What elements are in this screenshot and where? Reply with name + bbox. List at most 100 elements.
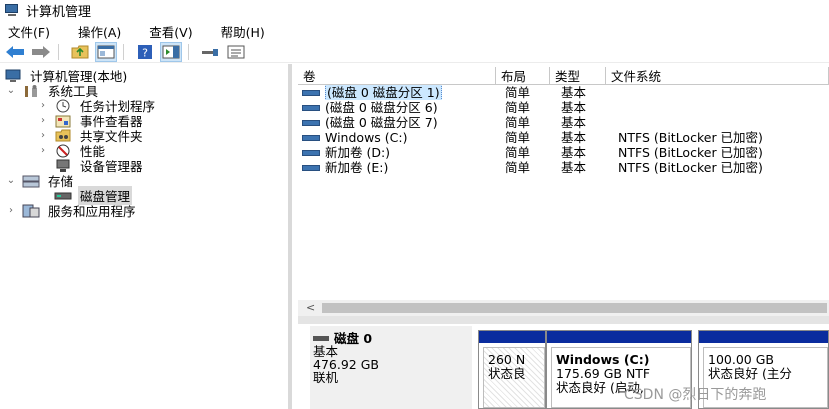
forward-arrow-icon — [32, 45, 50, 58]
chevron-right-icon[interactable]: › — [6, 205, 16, 216]
watermark: CSDN @烈日下的奔跑 — [624, 387, 767, 403]
volume-name: (磁盘 0 磁盘分区 6) — [325, 100, 438, 115]
computer-management-icon — [4, 3, 20, 17]
menu-bar: 文件(F) 操作(A) 查看(V) 帮助(H) — [0, 21, 829, 41]
horizontal-scrollbar[interactable]: < — [298, 300, 829, 316]
clock-icon — [54, 99, 72, 113]
menu-action[interactable]: 操作(A) — [70, 22, 127, 41]
disk-status: 联机 — [313, 370, 339, 385]
console-tree-icon — [97, 45, 115, 58]
volume-layout: 简单 — [505, 100, 531, 115]
partition-status: 状态良好 (主分 — [708, 366, 792, 381]
chevron-right-icon[interactable]: › — [38, 100, 48, 111]
column-header-layout[interactable]: 布局 — [496, 67, 550, 85]
volume-icon — [302, 164, 320, 171]
properties-button[interactable] — [225, 42, 247, 62]
performance-icon — [54, 144, 72, 158]
toolbar-separator — [58, 43, 59, 60]
volume-layout: 简单 — [505, 145, 531, 160]
partition-size: 175.69 GB NTF — [556, 366, 651, 381]
chevron-right-icon[interactable]: › — [38, 130, 48, 141]
disk-icon — [313, 336, 329, 341]
table-row[interactable]: (磁盘 0 磁盘分区 6) 简单 基本 — [298, 100, 829, 115]
table-row[interactable]: 新加卷 (D:) 简单 基本 NTFS (BitLocker 已加密) — [298, 145, 829, 160]
column-header-volume[interactable]: 卷 — [298, 67, 496, 85]
column-header-filesystem[interactable]: 文件系统 — [606, 67, 829, 85]
volume-icon — [302, 134, 320, 141]
volume-layout: 简单 — [505, 160, 531, 175]
connect-button[interactable] — [199, 42, 221, 62]
toolbar-separator — [188, 43, 189, 60]
volume-icon — [302, 149, 320, 156]
window-title: 计算机管理 — [26, 4, 92, 20]
event-viewer-icon — [54, 114, 72, 128]
partition-bar — [479, 331, 545, 343]
up-folder-button[interactable] — [69, 42, 91, 62]
show-hide-action-pane-button[interactable] — [160, 41, 182, 62]
partition-name: Windows (C:) — [556, 352, 650, 367]
connect-icon — [202, 48, 218, 56]
chevron-right-icon[interactable]: › — [38, 145, 48, 156]
volume-name: 新加卷 (D:) — [325, 145, 391, 160]
action-pane-icon — [162, 45, 180, 58]
volume-type: 基本 — [561, 160, 587, 175]
volume-filesystem — [618, 115, 828, 130]
volume-name: (磁盘 0 磁盘分区 1) — [325, 85, 442, 100]
volume-type: 基本 — [561, 100, 587, 115]
volume-name: Windows (C:) — [325, 130, 408, 145]
partition-size: 100.00 GB — [708, 352, 774, 367]
services-icon — [22, 204, 40, 218]
shared-folder-icon — [54, 129, 72, 143]
volume-type: 基本 — [561, 115, 587, 130]
pane-splitter[interactable] — [298, 316, 829, 324]
disk-name: 磁盘 0 — [334, 331, 373, 346]
tree-label: 设备管理器 — [80, 159, 143, 174]
volume-filesystem: NTFS (BitLocker 已加密) — [618, 130, 763, 145]
tools-icon — [22, 84, 40, 98]
volume-list: 卷 布局 类型 文件系统 (磁盘 0 磁盘分区 1) 简单 基本 (磁盘 0 磁… — [298, 64, 829, 314]
scroll-thumb[interactable] — [322, 303, 827, 313]
table-row[interactable]: Windows (C:) 简单 基本 NTFS (BitLocker 已加密) — [298, 130, 829, 145]
tree-item-storage[interactable]: ⌄ 存储 — [6, 173, 75, 189]
volume-name: (磁盘 0 磁盘分区 7) — [325, 115, 438, 130]
volume-layout: 简单 — [505, 115, 531, 130]
partition-bar — [699, 331, 828, 343]
folder-up-icon — [71, 45, 89, 58]
storage-icon — [22, 174, 40, 188]
table-row[interactable]: 新加卷 (E:) 简单 基本 NTFS (BitLocker 已加密) — [298, 160, 829, 175]
chevron-down-icon[interactable]: ⌄ — [6, 175, 16, 186]
tree-label: 服务和应用程序 — [48, 204, 136, 219]
partition-size: 260 N — [488, 352, 526, 367]
volume-icon — [302, 104, 320, 111]
menu-help[interactable]: 帮助(H) — [213, 22, 271, 41]
help-icon: ? — [138, 44, 152, 59]
volume-type: 基本 — [561, 130, 587, 145]
back-arrow-icon — [6, 45, 24, 58]
menu-file[interactable]: 文件(F) — [0, 22, 56, 41]
chevron-down-icon[interactable]: ⌄ — [6, 85, 16, 96]
volume-layout: 简单 — [505, 85, 531, 100]
volume-type: 基本 — [561, 85, 587, 100]
volume-filesystem — [618, 100, 828, 115]
toolbar-separator — [123, 43, 124, 60]
properties-icon — [227, 45, 245, 58]
menu-view[interactable]: 查看(V) — [141, 22, 198, 41]
forward-button[interactable] — [30, 42, 52, 62]
table-row[interactable]: (磁盘 0 磁盘分区 1) 简单 基本 — [298, 85, 829, 100]
volume-type: 基本 — [561, 145, 587, 160]
volume-filesystem — [618, 85, 828, 100]
column-header-type[interactable]: 类型 — [550, 67, 606, 85]
back-button[interactable] — [4, 42, 26, 62]
show-hide-tree-button[interactable] — [95, 41, 117, 62]
scroll-left-arrow[interactable]: < — [306, 301, 315, 314]
tree-item-services-applications[interactable]: › 服务和应用程序 — [6, 203, 138, 219]
volume-layout: 简单 — [505, 130, 531, 145]
partition-block[interactable]: 260 N 状态良 — [478, 330, 546, 409]
computer-management-icon — [4, 69, 22, 83]
volume-filesystem: NTFS (BitLocker 已加密) — [618, 160, 763, 175]
table-row[interactable]: (磁盘 0 磁盘分区 7) 简单 基本 — [298, 115, 829, 130]
chevron-right-icon[interactable]: › — [38, 115, 48, 126]
help-button[interactable]: ? — [134, 42, 156, 62]
volume-icon — [302, 119, 320, 126]
disk-info[interactable]: 磁盘 0 基本 476.92 GB 联机 — [310, 326, 472, 409]
